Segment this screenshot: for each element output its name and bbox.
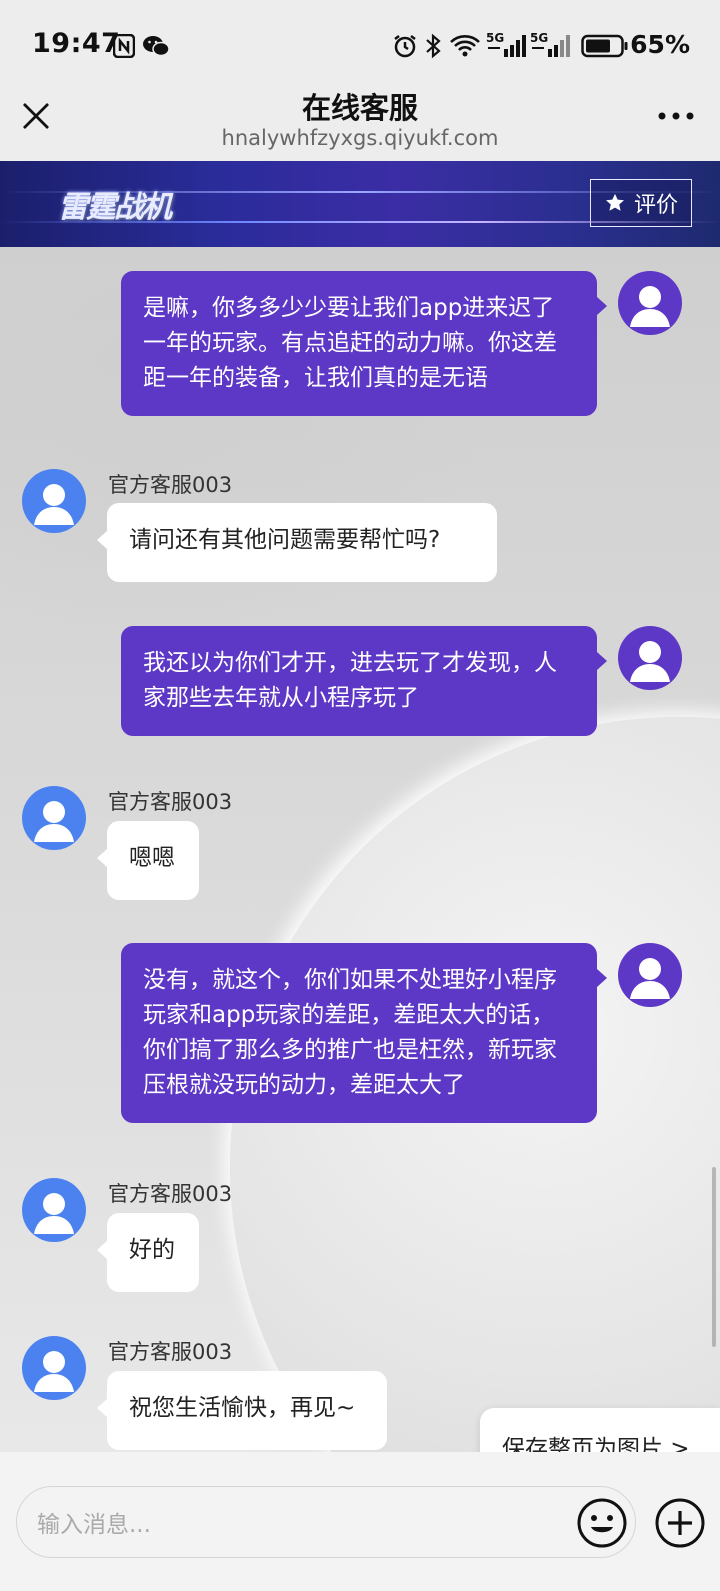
agent-avatar [22,469,86,533]
scrollbar[interactable] [712,1167,716,1347]
message-input[interactable]: 输入消息... [16,1486,636,1558]
person-icon [34,801,74,842]
battery-icon [580,33,630,59]
more-icon [658,112,694,120]
agent-avatar [22,1336,86,1400]
input-bar: 输入消息... [0,1452,720,1591]
user-message-bubble: 是嘛，你多多少少要让我们app进来迟了一年的玩家。有点追赶的动力嘛。你这差距一年… [121,271,607,416]
add-button[interactable] [654,1497,706,1549]
status-bar: 19:47 5G 5G 65% [0,0,720,80]
person-icon [34,484,74,525]
agent-name: 官方客服003 [108,473,233,497]
signal-icon: 5G [486,31,526,59]
person-icon [630,286,670,327]
rate-button[interactable]: 评价 [590,179,692,227]
person-icon [630,641,670,682]
emoji-icon [577,1498,627,1548]
user-message-bubble: 我还以为你们才开，进去玩了才发现，人家那些去年就从小程序玩了 [121,626,607,736]
wifi-icon [448,33,482,59]
person-icon [34,1193,74,1234]
plus-icon [655,1498,705,1548]
agent-avatar [22,786,86,850]
user-avatar [618,626,682,690]
user-message-bubble: 没有，就这个，你们如果不处理好小程序玩家和app玩家的差距，差距太大的话，你们搞… [121,943,607,1123]
agent-name: 官方客服003 [108,1182,233,1206]
page-title: 在线客服 [301,91,418,125]
user-avatar [618,943,682,1007]
agent-message-bubble: 请问还有其他问题需要帮忙吗? [97,503,497,582]
signal-icon-2: 5G [530,31,572,59]
game-banner: 雷霆战机 评价 [0,161,720,247]
emoji-button[interactable] [576,1497,628,1549]
user-avatar [618,271,682,335]
game-logo: 雷霆战机 [58,190,172,225]
person-icon [34,1351,74,1392]
person-icon [630,958,670,999]
star-icon [606,193,624,211]
more-button[interactable] [656,104,696,128]
agent-name: 官方客服003 [108,1340,233,1364]
status-time: 19:47 [32,28,121,59]
page-url: hnalywhfzyxgs.qiyukf.com [221,126,499,150]
wechat-icon [142,33,170,59]
agent-message-bubble: 好的 [97,1213,199,1292]
nfc-icon [112,33,136,59]
agent-avatar [22,1178,86,1242]
agent-name: 官方客服003 [108,790,233,814]
alarm-icon [392,33,418,59]
battery-percent: 65% [630,30,690,59]
agent-message-bubble: 嗯嗯 [97,821,199,900]
rate-label: 评价 [633,193,678,218]
nav-bar: 在线客服 hnalywhfzyxgs.qiyukf.com [0,80,720,161]
chat-area[interactable]: 是嘛，你多多少少要让我们app进来迟了一年的玩家。有点追赶的动力嘛。你这差距一年… [0,247,720,1452]
bluetooth-icon [424,33,442,59]
agent-message-bubble: 祝您生活愉快，再见~ [97,1371,387,1450]
message-input-placeholder: 输入消息... [37,1512,151,1538]
